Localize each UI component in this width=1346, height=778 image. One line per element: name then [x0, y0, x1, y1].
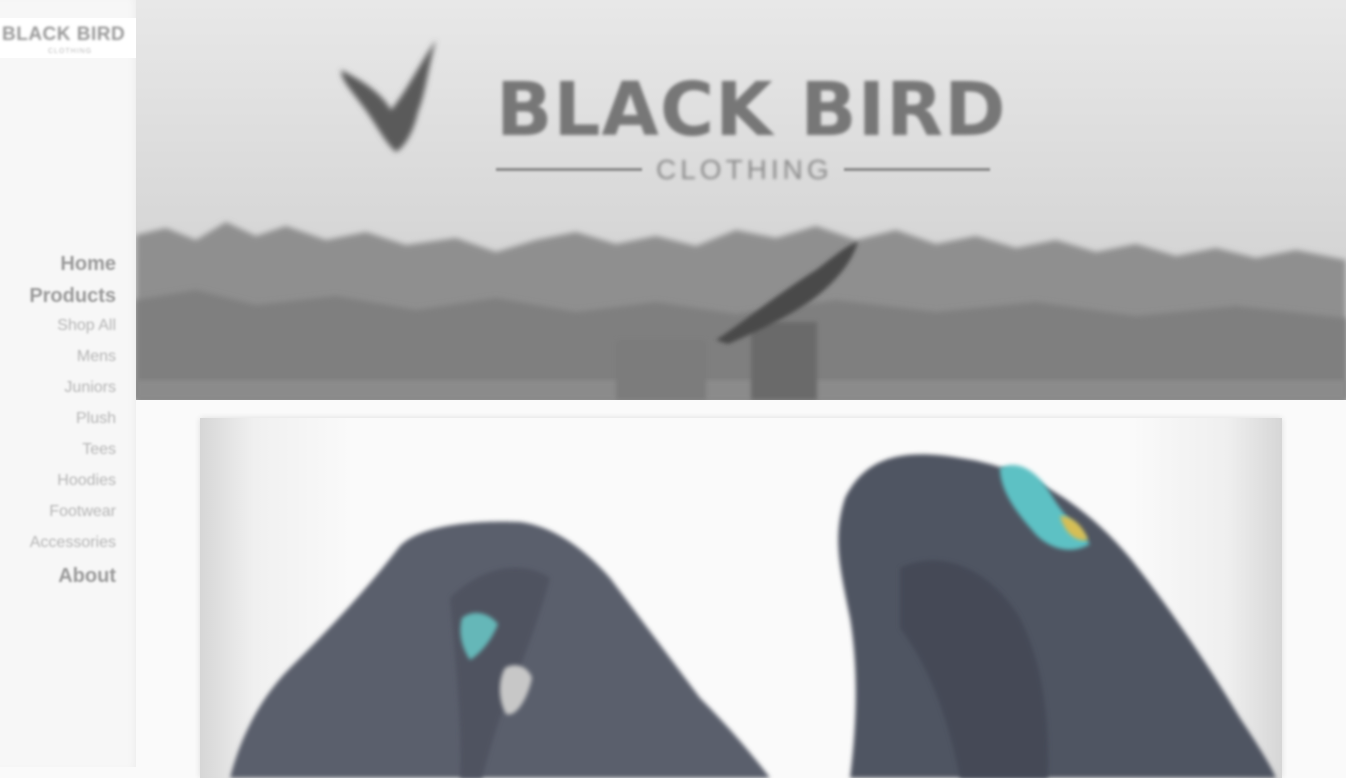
nav-item-about[interactable]: About: [0, 566, 116, 586]
nav-item-products[interactable]: Products: [0, 286, 116, 306]
nav-item-footwear[interactable]: Footwear: [0, 504, 116, 520]
sidebar-logo-subtitle: CLOTHING: [48, 48, 93, 55]
nav-item-shop-all[interactable]: Shop All: [0, 318, 116, 334]
brand-title: BLACK BIRD: [496, 67, 1007, 153]
sidebar-logo-name: BLACK BIRD: [2, 24, 126, 45]
brand-divider-left: [496, 168, 642, 171]
nav-item-juniors[interactable]: Juniors: [0, 380, 116, 396]
brand-subtitle: CLOTHING: [656, 154, 833, 185]
nav-item-tees[interactable]: Tees: [0, 442, 116, 458]
nav-item-hoodies[interactable]: Hoodies: [0, 473, 116, 489]
brand-divider-right: [844, 168, 990, 171]
header-banner: BLACK BIRD CLOTHING: [136, 0, 1346, 400]
sidebar-logo[interactable]: BLACK BIRD CLOTHING: [0, 18, 140, 58]
nav-item-mens[interactable]: Mens: [0, 349, 116, 365]
product-image-panel[interactable]: [200, 418, 1282, 778]
nav-item-accessories[interactable]: Accessories: [0, 535, 116, 551]
nav-item-home[interactable]: Home: [0, 254, 116, 274]
hoodie-photo: [230, 454, 1276, 778]
nav-item-plush[interactable]: Plush: [0, 411, 116, 427]
sidebar-nav: Home Products Shop All Mens Juniors Plus…: [0, 248, 116, 598]
brand-subtitle-row: CLOTHING: [496, 154, 996, 185]
banner-scenery: [136, 0, 1346, 400]
sidebar: BLACK BIRD CLOTHING Home Products Shop A…: [0, 0, 140, 767]
brand-logo: BLACK BIRD CLOTHING: [496, 67, 1007, 185]
